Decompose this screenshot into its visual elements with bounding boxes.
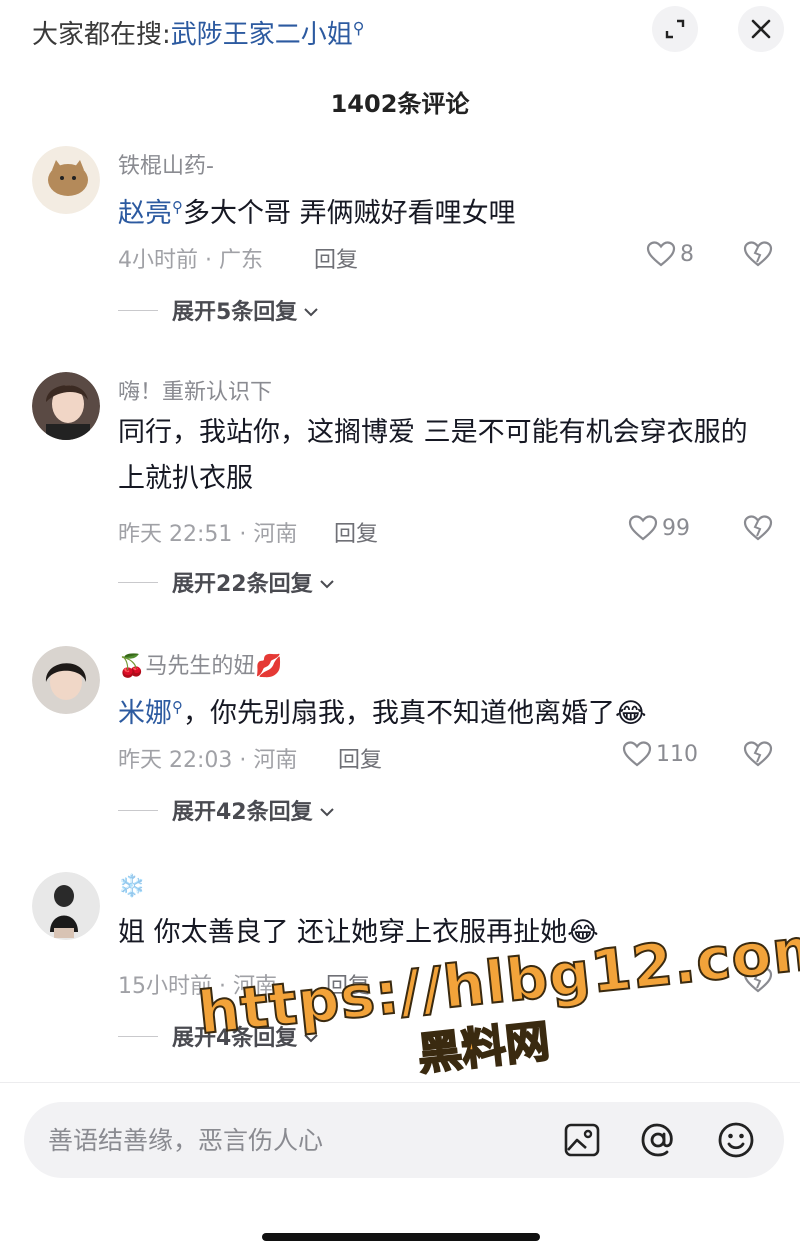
comment-count: 1402条评论: [330, 90, 470, 118]
comment-meta: 4小时前 · 广东: [118, 248, 263, 273]
chevron-down-icon: [303, 298, 319, 323]
reply-button[interactable]: 回复: [338, 742, 382, 774]
reply-button[interactable]: 回复: [334, 516, 378, 548]
mention-button[interactable]: [638, 1120, 678, 1160]
like-count: 110: [656, 741, 698, 767]
divider-line: [118, 1035, 158, 1037]
avatar[interactable]: [32, 646, 100, 714]
dislike-button[interactable]: [742, 740, 774, 772]
mention-link[interactable]: 米娜⚲: [118, 698, 183, 729]
comment-meta: 昨天 22:03 · 河南: [118, 748, 298, 773]
search-prefix: 大家都在搜:: [32, 20, 171, 50]
divider-line: [118, 809, 158, 811]
search-icon: ⚲: [352, 18, 365, 38]
expand-icon: [665, 19, 685, 39]
broken-heart-icon: [743, 515, 773, 541]
comment-nickname[interactable]: 嗨！重新认识下: [118, 374, 272, 406]
chevron-down-icon: [319, 570, 335, 595]
search-keyword[interactable]: 武陟王家二小姐: [171, 20, 353, 50]
dislike-button[interactable]: [742, 514, 774, 546]
broken-heart-icon: [743, 241, 773, 267]
like-button[interactable]: 110: [622, 740, 698, 768]
emoji-icon: [718, 1122, 754, 1158]
close-icon: [751, 19, 771, 39]
comment-nickname[interactable]: 🍒马先生的妞💋: [118, 648, 283, 680]
expand-button[interactable]: [652, 6, 698, 52]
heart-icon: [628, 515, 658, 541]
like-count: 99: [662, 515, 690, 541]
avatar[interactable]: [32, 372, 100, 440]
bottom-divider: [0, 1082, 800, 1083]
image-button[interactable]: [562, 1120, 602, 1160]
like-button[interactable]: 8: [646, 240, 694, 268]
divider-line: [118, 581, 158, 583]
home-indicator: [262, 1233, 540, 1241]
reply-button[interactable]: 回复: [314, 242, 358, 274]
divider-line: [118, 309, 158, 311]
comment-nickname[interactable]: 铁棍山药-: [118, 148, 214, 180]
comment-nickname[interactable]: ❄️: [118, 874, 145, 899]
broken-heart-icon: [743, 741, 773, 767]
comment-input-bar: [24, 1102, 784, 1178]
comment-text: 赵亮⚲多大个哥 弄俩贼好看哩女哩: [118, 198, 516, 229]
mention-link[interactable]: 赵亮⚲: [118, 198, 183, 229]
chevron-down-icon: [319, 798, 335, 823]
like-count: 8: [680, 241, 694, 267]
search-suggestion[interactable]: 大家都在搜:武陟王家二小姐⚲: [32, 14, 365, 51]
at-icon: [641, 1123, 673, 1157]
expand-replies-button[interactable]: 展开22条回复: [118, 566, 335, 598]
comment-text: 同行，我站你，这搁博爱 三是不可能有机会穿衣服的 上就扒衣服: [118, 417, 748, 494]
avatar[interactable]: [32, 146, 100, 214]
comment-input[interactable]: [48, 1120, 528, 1160]
dislike-button[interactable]: [742, 240, 774, 272]
expand-replies-button[interactable]: 展开42条回复: [118, 794, 335, 826]
top-bar: 大家都在搜:武陟王家二小姐⚲: [0, 0, 800, 64]
like-button[interactable]: 99: [628, 514, 690, 542]
heart-icon: [646, 241, 676, 267]
heart-icon: [622, 741, 652, 767]
avatar[interactable]: [32, 872, 100, 940]
expand-replies-button[interactable]: 展开5条回复: [118, 294, 319, 326]
comment-meta: 昨天 22:51 · 河南: [118, 522, 298, 547]
image-icon: [564, 1123, 600, 1157]
comment-text: 米娜⚲，你先别扇我，我真不知道他离婚了😂: [118, 698, 647, 729]
emoji-button[interactable]: [716, 1120, 756, 1160]
close-button[interactable]: [738, 6, 784, 52]
search-icon: ⚲: [172, 198, 183, 216]
search-icon: ⚲: [172, 698, 183, 716]
